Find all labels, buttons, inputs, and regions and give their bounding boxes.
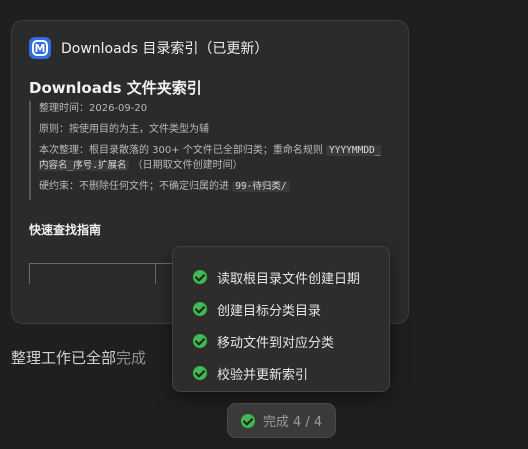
step-item: 读取根目录文件创建日期 <box>193 261 389 293</box>
document-heading: Downloads 文件夹索引 <box>29 79 202 97</box>
progress-toggle-button[interactable]: 完成 4 / 4 <box>227 403 336 438</box>
summary-line: 本次整理：根目录散落的 300+ 个文件已全部归类；重命名规则 YYYYMMDD… <box>39 145 381 171</box>
step-item: 移动文件到对应分类 <box>193 325 389 357</box>
card-title: Downloads 目录索引（已更新） <box>61 41 269 57</box>
app-logo-icon: M <box>29 37 51 59</box>
constraint-line: 硬约束：不删除任何文件；不确定归属的进 99-待归类/ <box>39 179 384 194</box>
step-item: 校验并更新索引 <box>193 357 389 389</box>
pending-folder-code: 99-待归类/ <box>232 181 290 192</box>
task-steps-popover: 读取根目录文件创建日期 创建目标分类目录 移动文件到对应分类 校验并更新索引 <box>172 246 390 392</box>
summary-blockquote: 整理时间：2026-09-20 原则：按使用目的为主，文件类型为辅 本次整理：根… <box>29 101 384 200</box>
check-circle-icon <box>193 302 207 316</box>
check-circle-icon <box>193 334 207 348</box>
date-line: 整理时间：2026-09-20 <box>39 103 148 114</box>
check-circle-icon <box>193 366 207 380</box>
principle-line: 原则：按使用目的为主，文件类型为辅 <box>39 124 209 135</box>
step-item: 创建目标分类目录 <box>193 293 389 325</box>
table-column-divider <box>155 264 156 284</box>
completion-status-text: 整理工作已全部完成 <box>11 349 147 367</box>
quick-guide-heading: 快速查找指南 <box>29 223 102 237</box>
card-header: M Downloads 目录索引（已更新） <box>29 37 268 59</box>
check-circle-icon <box>240 413 255 428</box>
progress-label: 完成 4 / 4 <box>262 415 323 430</box>
check-circle-icon <box>193 270 207 284</box>
